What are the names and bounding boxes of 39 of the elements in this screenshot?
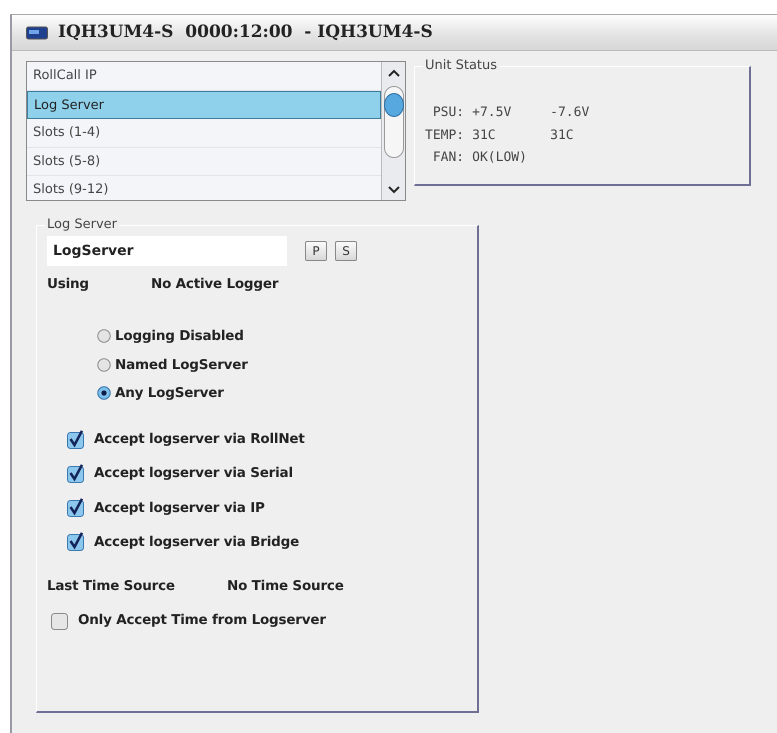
checkbox-label: Accept logserver via IP — [94, 498, 265, 518]
status-value: 31C — [550, 126, 575, 144]
list-item[interactable]: Slots (1-4) — [27, 119, 381, 148]
last-time-source-value: No Time Source — [227, 577, 344, 596]
checkbox-label: Accept logserver via Serial — [94, 464, 293, 484]
using-label: Using — [47, 275, 90, 294]
checkbox[interactable] — [67, 464, 86, 483]
status-label: PSU: — [432, 104, 464, 122]
radio-button[interactable] — [97, 386, 111, 400]
scrollbar[interactable] — [381, 62, 405, 200]
checkbox[interactable] — [51, 610, 70, 630]
last-time-source-label: Last Time Source — [47, 577, 176, 596]
list-item[interactable]: Slots (5-8) — [27, 148, 381, 176]
panel-button[interactable]: S — [335, 241, 357, 261]
panel-title: Log Server — [45, 216, 119, 234]
checkbox-label: Accept logserver via RollNet — [94, 430, 305, 449]
status-value: -7.6V — [550, 104, 590, 122]
checkbox[interactable] — [67, 498, 86, 518]
window-icon — [26, 26, 48, 40]
radio-label: Any LogServer — [115, 384, 224, 403]
radio-label: Logging Disabled — [115, 327, 244, 346]
status-value: OK(LOW) — [472, 149, 528, 167]
name-field[interactable]: LogServer — [47, 236, 287, 266]
scroll-thumb[interactable] — [384, 86, 404, 158]
checkbox[interactable] — [67, 532, 86, 552]
using-value: No Active Logger — [151, 275, 278, 294]
list-item[interactable]: Log Server — [27, 90, 381, 119]
radio-label: Named LogServer — [115, 356, 248, 374]
status-label: TEMP: — [425, 126, 464, 144]
radio-button[interactable] — [97, 329, 111, 344]
window-title: IQH3UM4-S 0000:12:00 - IQH3UM4-S — [58, 20, 433, 44]
checkbox-label: Only Accept Time from Logserver — [78, 611, 326, 630]
checkbox[interactable] — [67, 430, 86, 449]
status-label: FAN: — [432, 149, 464, 167]
panel-button[interactable]: P — [305, 241, 327, 261]
radio-button[interactable] — [97, 358, 111, 372]
status-value: 31C — [472, 126, 497, 144]
status-value: +7.5V — [472, 104, 512, 122]
checkbox-label: Accept logserver via Bridge — [94, 532, 300, 552]
